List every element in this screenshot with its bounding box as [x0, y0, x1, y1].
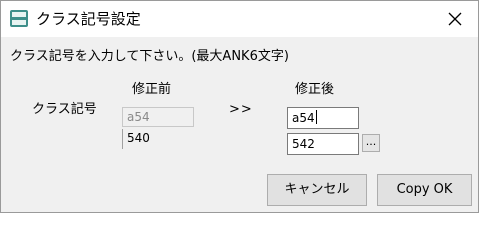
title-bar: クラス記号設定	[1, 1, 478, 37]
cancel-button[interactable]: キャンセル	[267, 174, 367, 206]
header-before: 修正前	[132, 82, 172, 97]
app-icon	[10, 10, 28, 27]
before-field-top: a54	[122, 107, 194, 127]
header-after: 修正後	[295, 82, 335, 97]
browse-button[interactable]: ...	[362, 134, 380, 152]
close-button[interactable]	[432, 1, 478, 37]
copy-ok-button[interactable]: Copy OK	[377, 174, 472, 206]
arrow-indicator: >>	[229, 102, 253, 117]
close-icon	[448, 12, 462, 26]
window-title: クラス記号設定	[36, 10, 141, 28]
instruction-text: クラス記号を入力して下さい。(最大ANK6文字)	[10, 49, 289, 64]
class-code-label: クラス記号	[32, 102, 97, 117]
after-input-top-value: a54	[292, 111, 315, 125]
dialog-window: クラス記号設定 クラス記号を入力して下さい。(最大ANK6文字) 修正前 修正後…	[0, 0, 479, 213]
text-caret	[315, 110, 317, 124]
after-input-top[interactable]: a54	[287, 107, 359, 129]
after-input-bottom[interactable]: 542	[287, 133, 359, 155]
before-field-bottom: 540	[122, 129, 194, 149]
